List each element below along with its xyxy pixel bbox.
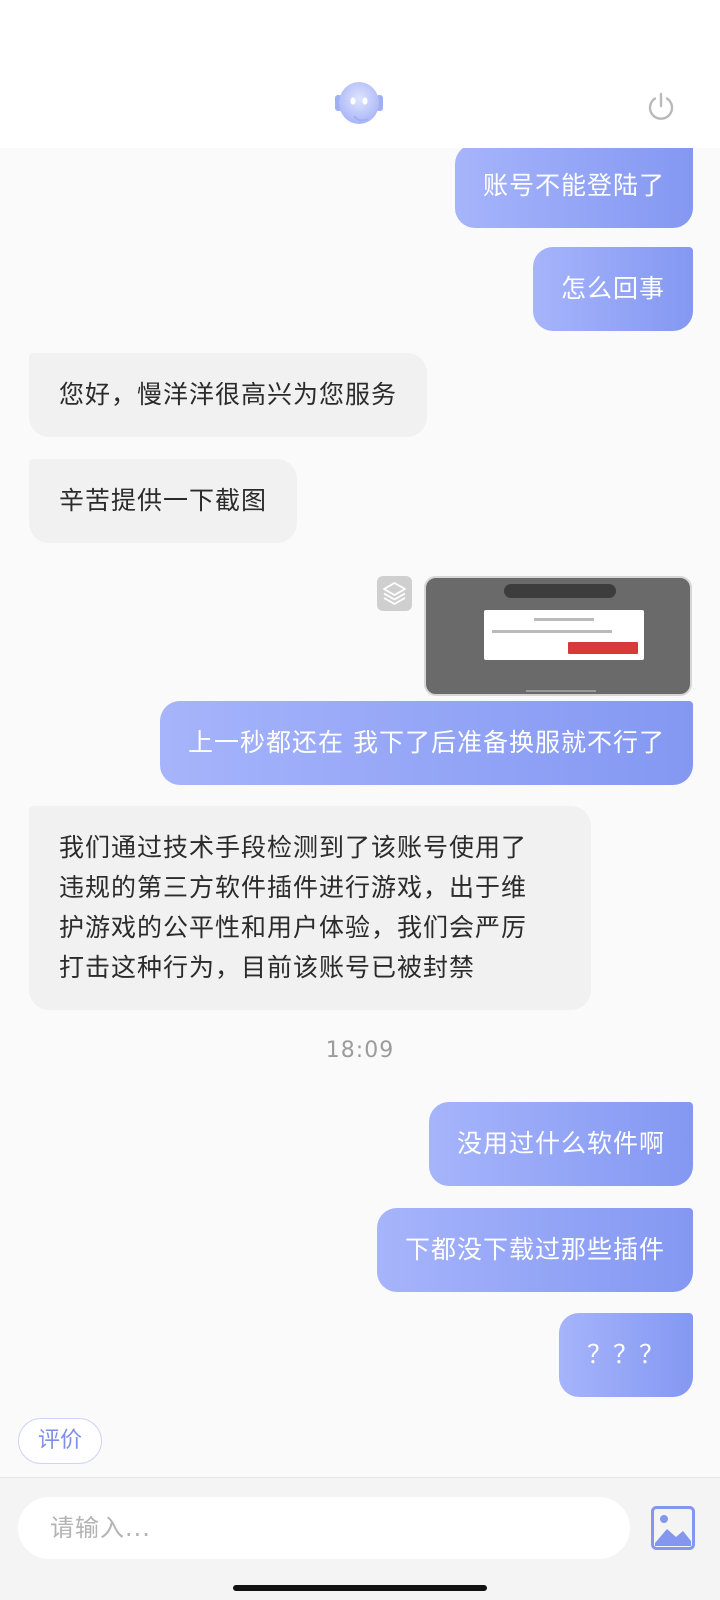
message-text: 没用过什么软件啊 [456,1129,665,1158]
incoming-message: 我们通过技术手段检测到了该账号使用了 违规的第三方软件插件进行游戏，出于维 护游… [29,806,591,1010]
message-text: ？？？ [586,1340,665,1369]
outgoing-message: ？？？ [558,1313,693,1397]
image-content [568,642,638,654]
rate-button[interactable]: 评价 [18,1418,102,1464]
incoming-message: 辛苦提供一下截图 [29,459,298,543]
message-text: 下都没下载过那些插件 [404,1235,665,1264]
message-list[interactable]: 账号不能登陆了 怎么回事 您好，慢洋洋很高兴为您服务 辛苦提供一下截图 上一秒都… [0,148,720,1403]
message-line: 违规的第三方软件插件进行游戏，出于维 [59,873,528,902]
home-indicator[interactable] [233,1585,487,1591]
power-icon[interactable] [646,92,676,122]
message-line: 打击这种行为，目前该账号已被封禁 [59,953,476,982]
chat-screen: 账号不能登陆了 怎么回事 您好，慢洋洋很高兴为您服务 辛苦提供一下截图 上一秒都… [0,0,720,1600]
image-icon[interactable] [650,1505,696,1551]
image-content [534,618,594,621]
message-line: 护游戏的公平性和用户体验，我们会严厉 [59,913,528,942]
screenshot-image-message[interactable] [424,576,692,696]
message-text: 怎么回事 [560,274,665,303]
image-content [504,584,616,598]
outgoing-message: 账号不能登陆了 [454,148,693,228]
outgoing-message: 下都没下载过那些插件 [376,1208,693,1292]
message-text: 账号不能登陆了 [482,171,665,200]
message-text: 上一秒都还在 我下了后准备换服就不行了 [188,728,665,757]
outgoing-message: 没用过什么软件啊 [428,1102,693,1186]
outgoing-message: 上一秒都还在 我下了后准备换服就不行了 [160,701,693,785]
layers-icon[interactable] [377,576,412,611]
message-text: 您好，慢洋洋很高兴为您服务 [59,380,398,409]
layers-icon-glyph [383,582,406,605]
robot-assistant-icon [335,82,383,124]
image-content [526,690,596,692]
message-timestamp: 18:09 [325,1038,395,1063]
image-content [484,610,644,660]
message-line: 我们通过技术手段检测到了该账号使用了 [59,833,528,862]
outgoing-message: 怎么回事 [532,247,693,331]
top-bar [0,0,720,148]
incoming-message: 您好，慢洋洋很高兴为您服务 [29,353,428,437]
message-text: 辛苦提供一下截图 [59,486,268,515]
input-bar: 请输入... [0,1477,720,1600]
message-input[interactable]: 请输入... [18,1497,630,1559]
image-content [492,630,612,633]
